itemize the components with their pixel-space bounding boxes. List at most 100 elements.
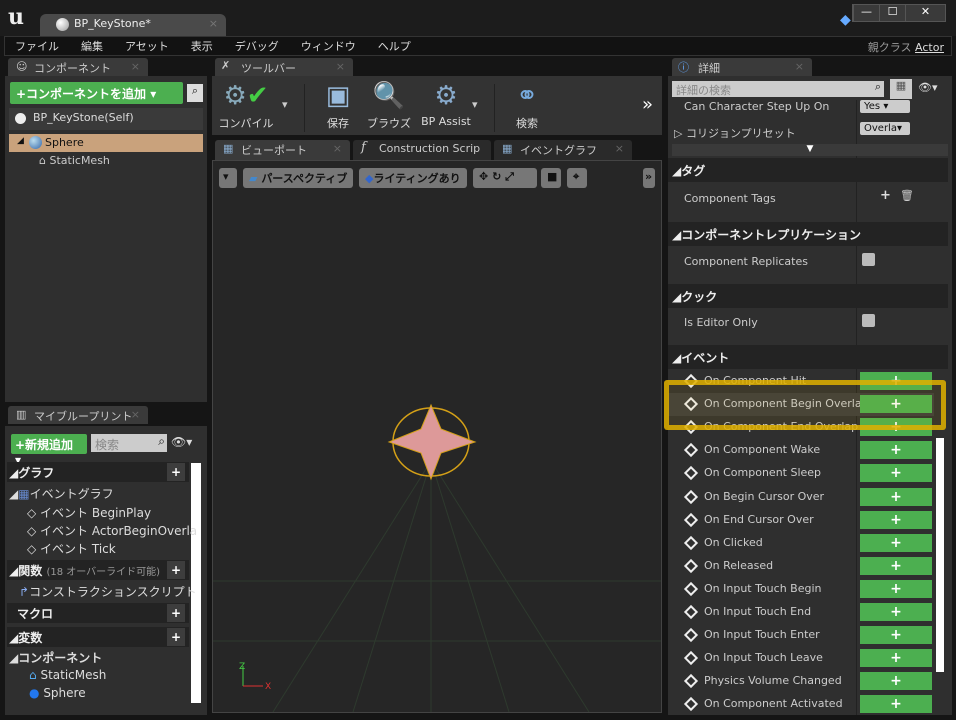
tree-item-sphere[interactable]: ◢ Sphere [9,134,203,152]
details-tab[interactable]: ⓘ 詳細 × [672,58,812,76]
event-item[interactable]: ◇ イベント BeginPlay [27,504,151,521]
close-button[interactable]: ✕ [905,5,945,21]
menu-file[interactable]: ファイル [15,38,59,54]
add-component-button[interactable]: +コンポーネントを追加 ▾ [10,82,183,104]
event-diamond-icon [683,674,699,689]
my-blueprint-tab[interactable]: ▥ マイブループリント × [8,406,148,424]
variable-item[interactable]: ⌂ StaticMesh [29,668,106,682]
compile-button[interactable]: ⚙✔ コンパイル [216,76,276,135]
menu-asset[interactable]: アセット [125,38,169,54]
viewport-options-dropdown[interactable]: ▾ [219,168,237,188]
find-button[interactable]: ⚭ 検索 [504,76,550,135]
category-tags[interactable]: ◢タグ [668,158,948,182]
add-event-button[interactable]: + [860,464,932,483]
advanced-expand-icon[interactable]: ▼ [672,144,948,156]
property-matrix-button[interactable]: ▦ [890,79,912,99]
section-macros[interactable]: マクロ + [7,603,189,623]
browse-button[interactable]: 🔍 ブラウズ [362,76,416,135]
rotate-icon[interactable]: ↻ [492,170,501,183]
translate-icon[interactable]: ✥ [479,170,488,183]
category-replication[interactable]: ◢コンポーネントレプリケーション [668,222,948,246]
surface-snap-icon[interactable]: ■ [541,168,561,188]
collision-preset-dropdown[interactable]: Overla▾ [860,122,910,135]
add-event-button[interactable]: + [860,441,932,460]
menu-edit[interactable]: 編集 [81,38,103,54]
menu-debug[interactable]: デバッグ [235,38,279,54]
add-tag-icon[interactable]: + [880,188,891,203]
event-item[interactable]: ◇ イベント ActorBeginOverla [27,522,197,539]
components-tab[interactable]: ☺ コンポーネント × [8,58,148,76]
close-tab-icon[interactable]: × [131,60,140,73]
minimize-button[interactable]: — [853,5,879,21]
variable-item[interactable]: ● Sphere [29,686,86,700]
tab-viewport[interactable]: ▦ ビューポート × [215,140,350,160]
search-icon[interactable]: ⌕ [187,84,203,102]
compile-options-dropdown[interactable]: ▾ [282,98,288,111]
add-function-button[interactable]: + [167,561,185,579]
variables-components[interactable]: ◢コンポーネント [9,649,102,666]
root-component[interactable]: BP_KeyStone(Self) [9,108,203,130]
component-replicates-checkbox[interactable] [862,253,875,266]
expand-arrow-icon[interactable]: ◢ [17,136,24,146]
add-event-button[interactable]: + [860,579,932,598]
toolbar-tab[interactable]: ✗ ツールバー × [215,58,353,76]
bp-assist-dropdown[interactable]: ▾ [472,98,478,111]
add-event-button[interactable]: + [860,533,932,552]
tab-construction-script[interactable]: f Construction Scrip [353,140,491,160]
category-events[interactable]: ◢イベント [668,345,948,369]
snap-icon[interactable]: ⌖ [567,168,587,188]
bp-assist-button[interactable]: ⚙ BP Assist [418,76,474,135]
viewport-overflow-icon[interactable]: » [643,168,655,188]
can-step-up-dropdown[interactable]: Yes ▾ [860,100,910,113]
close-tab-icon[interactable]: × [209,17,218,30]
menu-help[interactable]: ヘルプ [378,38,411,54]
menu-window[interactable]: ウィンドウ [301,38,356,54]
save-button[interactable]: ▣ 保存 [316,76,360,135]
construction-script-item[interactable]: ↱コンストラクションスクリプト [19,583,197,600]
is-editor-only-checkbox[interactable] [862,314,875,327]
add-macro-button[interactable]: + [167,604,185,622]
add-variable-button[interactable]: + [167,628,185,646]
tab-event-graph[interactable]: ▦ イベントグラフ × [494,140,632,160]
learn-icon[interactable]: ◆ [840,12,851,28]
add-event-button[interactable]: + [860,695,932,714]
scale-icon[interactable]: ⤢ [505,170,514,183]
overflow-chevron-icon[interactable]: » [642,94,653,115]
new-add-button[interactable]: +新規追加 ▾ [11,434,87,467]
add-event-button[interactable]: + [860,626,932,645]
close-tab-icon[interactable]: × [333,142,342,155]
viewport[interactable]: Z X ▾ ▰ パースペクティブ ◆ライティングあり ✥ ↻ ⤢ ■ ⌖ » [212,160,662,713]
compile-label: コンパイル [218,117,274,130]
visibility-eye-icon[interactable]: 👁▾ [171,435,192,449]
close-tab-icon[interactable]: × [795,60,804,73]
blueprint-search-input[interactable]: 検索 ⌕ [91,434,167,452]
close-tab-icon[interactable]: × [615,142,624,155]
parent-class-link[interactable]: Actor [915,41,944,54]
add-event-button[interactable]: + [860,556,932,575]
category-cook[interactable]: ◢クック [668,284,948,308]
add-event-button[interactable]: + [860,603,932,621]
tree-item-staticmesh[interactable]: ⌂ StaticMesh [39,154,110,167]
section-variables[interactable]: ◢変数 + [7,627,189,647]
add-event-button[interactable]: + [860,487,932,506]
section-graph[interactable]: ◢グラフ + [7,462,189,482]
event-graph-item[interactable]: ◢▦イベントグラフ [9,485,114,502]
add-event-button[interactable]: + [860,672,932,691]
transform-tools[interactable]: ✥ ↻ ⤢ [473,168,537,188]
visibility-eye-icon[interactable]: 👁▾ [918,81,938,94]
lighting-button[interactable]: ◆ライティングあり [359,168,467,188]
close-tab-icon[interactable]: × [336,60,345,73]
add-graph-button[interactable]: + [167,463,185,481]
event-item[interactable]: ◇ イベント Tick [27,540,116,557]
details-search-input[interactable]: 詳細の検索 ⌕ [672,80,884,97]
perspective-button[interactable]: ▰ パースペクティブ [243,168,354,188]
document-tab[interactable]: BP_KeyStone* × [40,14,226,36]
section-functions[interactable]: ◢関数 (18 オーバーライド可能) + [7,560,189,580]
add-event-button[interactable]: + [860,649,932,668]
menu-view[interactable]: 表示 [191,38,213,54]
maximize-button[interactable]: ☐ [879,5,905,21]
add-event-button[interactable]: + [860,510,932,529]
close-tab-icon[interactable]: × [131,408,140,421]
scrollbar[interactable] [936,438,944,672]
trash-icon[interactable]: 🗑 [900,189,914,202]
